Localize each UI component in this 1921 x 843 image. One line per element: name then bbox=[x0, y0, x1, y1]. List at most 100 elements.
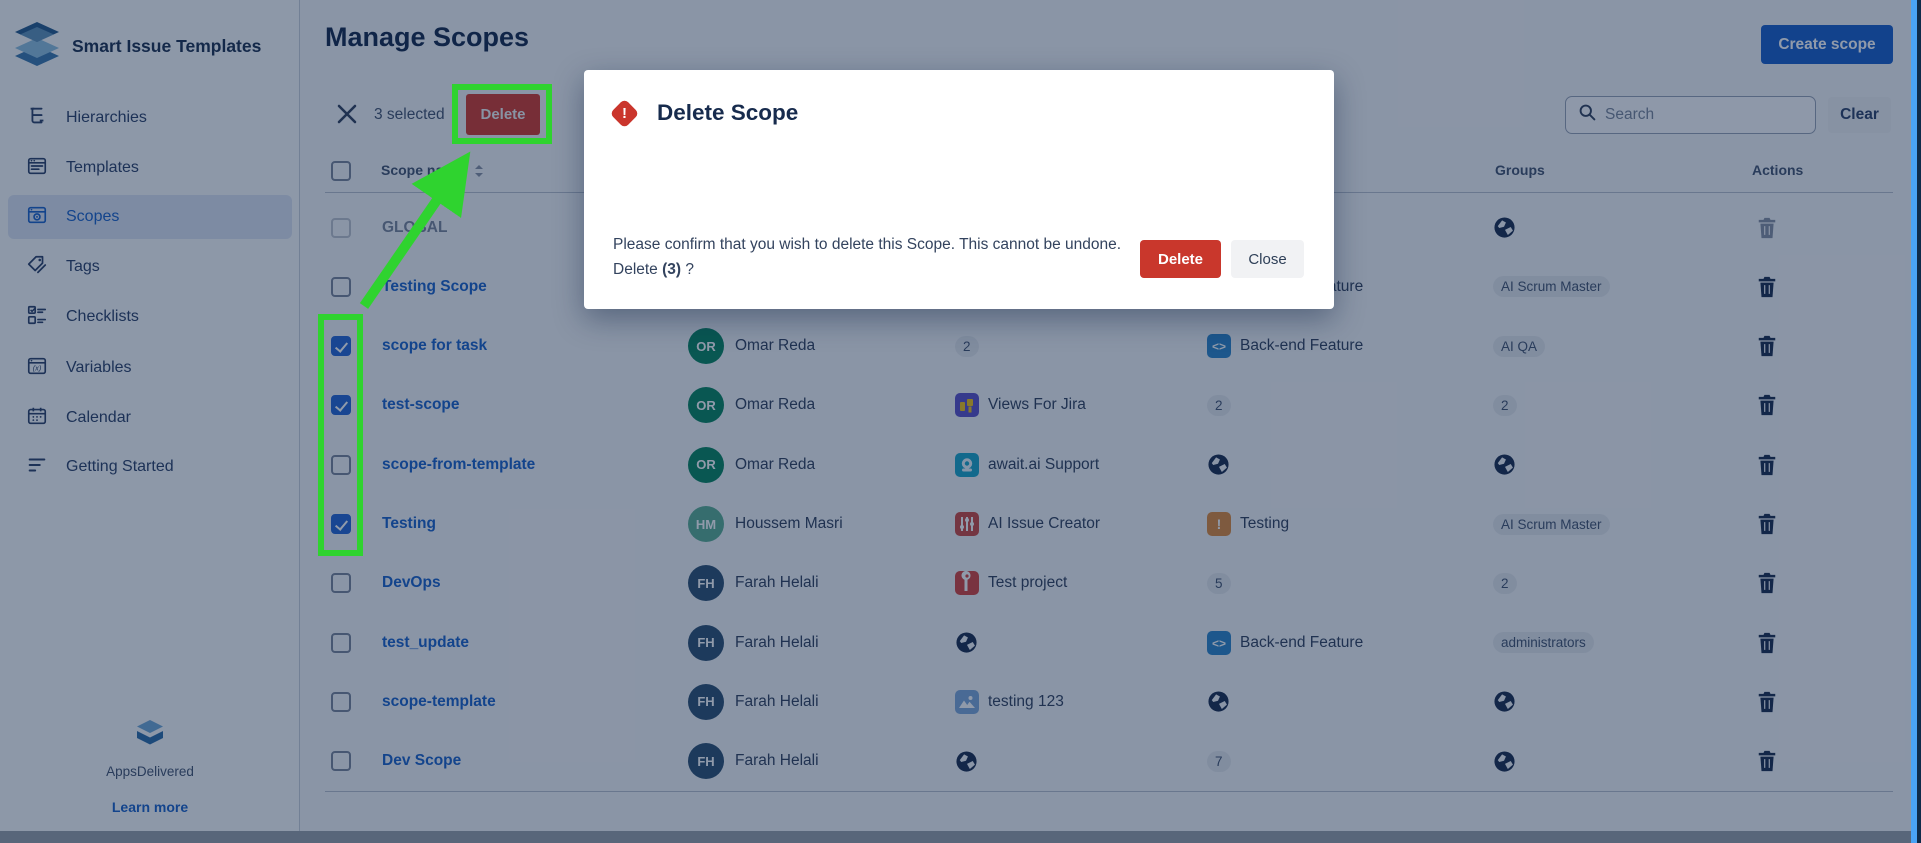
delete-row-icon[interactable] bbox=[1756, 631, 1778, 655]
test-project-icon bbox=[955, 571, 979, 595]
modal-close-button[interactable]: Close bbox=[1231, 240, 1304, 278]
delete-row-icon[interactable] bbox=[1756, 393, 1778, 417]
row-checkbox[interactable] bbox=[331, 573, 351, 593]
owner-avatar: FH bbox=[688, 565, 724, 601]
globe-icon bbox=[955, 631, 978, 659]
scope-name-link[interactable]: Testing bbox=[382, 515, 436, 533]
scope-name-link[interactable]: scope for task bbox=[382, 337, 487, 355]
globe-icon bbox=[1493, 216, 1516, 244]
row-checkbox[interactable] bbox=[331, 751, 351, 771]
owner-name: Farah Helali bbox=[735, 634, 819, 652]
owner-avatar: OR bbox=[688, 328, 724, 364]
badge-pill: AI QA bbox=[1493, 336, 1545, 357]
modal-body-text: Please confirm that you wish to delete t… bbox=[613, 232, 1121, 282]
delete-row-icon[interactable] bbox=[1756, 275, 1778, 299]
delete-row-icon[interactable] bbox=[1756, 690, 1778, 714]
scope-name-link[interactable]: test-scope bbox=[382, 396, 460, 414]
badge-pill: 2 bbox=[955, 336, 979, 357]
scope-name-link[interactable]: DevOps bbox=[382, 574, 441, 592]
badge-pill: 7 bbox=[1207, 751, 1231, 772]
app-window: Smart Issue Templates HierarchiesTemplat… bbox=[0, 0, 1921, 843]
owner-name: Omar Reda bbox=[735, 456, 815, 474]
search-box bbox=[1565, 96, 1816, 134]
row-checkbox[interactable] bbox=[331, 633, 351, 653]
app-cell: <>Back-end Feature bbox=[1207, 334, 1363, 358]
app-cell-label: Testing bbox=[1240, 515, 1289, 533]
scope-name-link[interactable]: scope-from-template bbox=[382, 456, 535, 474]
page-title: Manage Scopes bbox=[325, 22, 529, 53]
table-row: test_update FH Farah Helali <>Back-end Fea… bbox=[0, 613, 1921, 672]
modal-title: Delete Scope bbox=[657, 100, 798, 126]
code-icon: <> bbox=[1207, 334, 1231, 358]
owner-name: Farah Helali bbox=[735, 574, 819, 592]
row-checkbox bbox=[331, 218, 351, 238]
owner-name: Farah Helali bbox=[735, 693, 819, 711]
app-cell: await.ai Support bbox=[955, 453, 1099, 477]
delete-row-icon[interactable] bbox=[1756, 512, 1778, 536]
scope-name-link[interactable]: scope-template bbox=[382, 693, 496, 711]
table-row: test-scope OR Omar Reda Views For Jira 2 2 bbox=[0, 376, 1921, 435]
badge-pill: 2 bbox=[1493, 395, 1517, 416]
globe-icon bbox=[1207, 453, 1230, 481]
code-icon: <> bbox=[1207, 631, 1231, 655]
sidebar-item-hierarchies[interactable]: Hierarchies bbox=[8, 96, 292, 140]
owner-name: Omar Reda bbox=[735, 337, 815, 355]
svg-text:<>: <> bbox=[1212, 340, 1226, 354]
row-checkbox[interactable] bbox=[331, 514, 351, 534]
row-checkbox[interactable] bbox=[331, 395, 351, 415]
table-row: DevOpsFHFarah HelaliTest project52 bbox=[0, 554, 1921, 613]
scope-name-link[interactable]: test_update bbox=[382, 634, 469, 652]
globe-icon bbox=[955, 750, 978, 778]
modal-delete-button[interactable]: Delete bbox=[1140, 240, 1221, 278]
app-cell: AI Issue Creator bbox=[955, 512, 1100, 536]
owner-avatar: OR bbox=[688, 447, 724, 483]
owner-avatar: HM bbox=[688, 506, 724, 542]
badge-pill: 2 bbox=[1493, 573, 1517, 594]
scope-name-link[interactable]: Testing Scope bbox=[382, 278, 487, 296]
owner-name: Farah Helali bbox=[735, 752, 819, 770]
selected-count-label: 3 selected bbox=[374, 106, 445, 124]
column-actions: Actions bbox=[1752, 162, 1803, 178]
sort-icon[interactable] bbox=[473, 164, 485, 184]
ai-issue-creator-icon bbox=[955, 512, 979, 536]
smart-issue-templates-logo-icon bbox=[14, 18, 60, 75]
clear-search-button[interactable]: Clear bbox=[1828, 97, 1891, 133]
delete-row-icon[interactable] bbox=[1756, 453, 1778, 477]
owner-avatar: OR bbox=[688, 387, 724, 423]
app-cell: ! Testing bbox=[1207, 512, 1289, 536]
search-input[interactable] bbox=[1605, 106, 1795, 124]
row-checkbox[interactable] bbox=[331, 277, 351, 297]
globe-icon bbox=[1207, 690, 1230, 718]
table-bottom-divider bbox=[325, 791, 1893, 792]
delete-row-icon[interactable] bbox=[1756, 334, 1778, 358]
app-cell: <>Back-end Feature bbox=[1207, 631, 1363, 655]
row-checkbox[interactable] bbox=[331, 692, 351, 712]
svg-text:<>: <> bbox=[1212, 636, 1226, 650]
create-scope-button[interactable]: Create scope bbox=[1761, 25, 1893, 64]
badge-pill: AI Scrum Master bbox=[1493, 514, 1610, 535]
row-checkbox[interactable] bbox=[331, 336, 351, 356]
owner-name: Houssem Masri bbox=[735, 515, 843, 533]
row-checkbox[interactable] bbox=[331, 455, 351, 475]
scope-name-link[interactable]: Dev Scope bbox=[382, 752, 461, 770]
await-ai-icon bbox=[955, 453, 979, 477]
column-scope-name[interactable]: Scope name bbox=[381, 162, 463, 178]
svg-text:!: ! bbox=[1217, 516, 1222, 532]
app-cell-label: Test project bbox=[988, 574, 1067, 592]
owner-name: Omar Reda bbox=[735, 396, 815, 414]
delete-row-icon[interactable] bbox=[1756, 749, 1778, 773]
delete-row-icon[interactable] bbox=[1756, 571, 1778, 595]
table-row: Testing HM Houssem Masri AI Issue Creator! T… bbox=[0, 495, 1921, 554]
learn-more-link[interactable]: Learn more bbox=[0, 799, 300, 815]
app-cell: testing 123 bbox=[955, 690, 1064, 714]
clear-selection-icon[interactable] bbox=[334, 101, 360, 127]
bulk-delete-button[interactable]: Delete bbox=[466, 94, 540, 135]
app-cell-label: Views For Jira bbox=[988, 396, 1086, 414]
badge-pill: AI Scrum Master bbox=[1493, 276, 1610, 297]
owner-avatar: FH bbox=[688, 625, 724, 661]
hierarchies-icon bbox=[26, 105, 48, 132]
select-all-checkbox[interactable] bbox=[331, 161, 351, 181]
badge-pill: 2 bbox=[1207, 395, 1231, 416]
page-footer-band bbox=[0, 831, 1921, 843]
app-cell: Test project bbox=[955, 571, 1067, 595]
